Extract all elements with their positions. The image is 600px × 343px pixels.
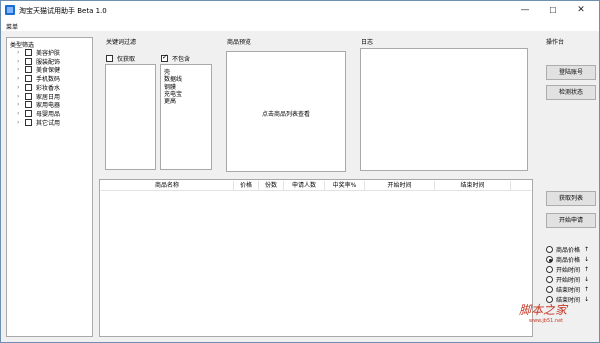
sort-radio[interactable] <box>546 286 553 293</box>
category-checkbox[interactable] <box>25 49 32 56</box>
sort-radio[interactable] <box>546 266 553 273</box>
category-tree-item[interactable]: › 母婴用品 <box>17 109 60 118</box>
exclude-checkbox[interactable] <box>161 53 168 62</box>
login-button[interactable]: 登陆账号 <box>546 65 596 80</box>
arrow-up-icon: ↑ <box>584 286 590 293</box>
sort-radio[interactable] <box>546 256 553 263</box>
chevron-right-icon[interactable]: › <box>17 119 25 126</box>
sort-option[interactable]: 结束时间 ↑ <box>546 285 589 294</box>
watermark-logo: 脚本之家 www.jb51.net <box>519 301 583 325</box>
exclude-checkbox-row[interactable]: 不包含 <box>161 53 191 63</box>
menu-bar: 菜单 <box>1 20 599 31</box>
sort-option[interactable]: 开始时间 ↑ <box>546 265 589 274</box>
product-table[interactable]: 商品名称 价格 份数 申请人数 中奖率% 开始时间 结束时间 <box>99 179 533 337</box>
product-table-header: 商品名称 价格 份数 申请人数 中奖率% 开始时间 结束时间 <box>101 181 531 191</box>
window-title: 淘宝天猫试用助手 Beta 1.0 <box>19 7 107 15</box>
sort-option-label: 商品价格 <box>556 247 581 254</box>
check-status-button[interactable]: 检测状态 <box>546 85 596 100</box>
arrow-down-icon: ↓ <box>584 276 590 283</box>
chevron-right-icon[interactable]: › <box>17 66 25 73</box>
category-tree-item[interactable]: › 手机数码 <box>17 74 60 83</box>
arrow-down-icon: ↓ <box>584 296 590 303</box>
category-label: 美食保健 <box>36 67 61 75</box>
category-label: 手机数码 <box>36 76 61 84</box>
sort-option-label: 开始时间 <box>556 267 581 274</box>
start-apply-button[interactable]: 开始申请 <box>546 213 596 228</box>
category-checkbox[interactable] <box>25 118 32 126</box>
keyword-filter-title: 关键词过滤 <box>106 39 137 46</box>
console-title: 操作台 <box>546 39 565 46</box>
chevron-right-icon[interactable]: › <box>17 101 25 108</box>
category-tree-item[interactable]: › 美食保健 <box>17 65 60 74</box>
category-tree-item[interactable]: › 服装配饰 <box>17 57 60 66</box>
title-bar: 淘宝天猫试用助手 Beta 1.0 — ☐ ✕ <box>1 1 599 20</box>
only-get-keywords-box[interactable] <box>105 64 156 170</box>
column-header-name[interactable]: 商品名称 <box>101 181 234 191</box>
chevron-right-icon[interactable]: › <box>17 110 25 117</box>
category-tree[interactable]: 类型筛选 › 美容护肤 › 服装配饰 › 美食保健 › 手机数码 › 彩妆香水 › 家居日用 › 家用电器… <box>6 37 93 337</box>
exclude-keywords-box[interactable]: 壳数据线 钢膜 充电宝 更高 <box>160 64 212 170</box>
category-checkbox[interactable] <box>25 92 32 100</box>
chevron-right-icon[interactable]: › <box>17 49 25 56</box>
category-tree-item[interactable]: › 家用电器 <box>17 100 60 109</box>
only-get-label: 仅获取 <box>117 56 136 63</box>
category-label: 家用电器 <box>36 102 61 110</box>
category-checkbox[interactable] <box>25 75 32 83</box>
only-get-checkbox[interactable] <box>106 55 113 62</box>
category-label: 美容护肤 <box>36 50 61 57</box>
category-tree-item[interactable]: › 美容护肤 <box>17 48 60 57</box>
watermark-text: 脚本之家 <box>519 303 568 317</box>
minimize-button[interactable]: — <box>511 1 539 20</box>
chevron-right-icon[interactable]: › <box>17 84 25 91</box>
chevron-right-icon[interactable]: › <box>17 75 25 82</box>
preview-hint: 点击商品列表查看 <box>261 111 310 118</box>
chevron-right-icon[interactable]: › <box>17 93 25 100</box>
app-window: 淘宝天猫试用助手 Beta 1.0 — ☐ ✕ 菜单 类型筛选 › 美容护肤 › 服装… <box>0 0 600 343</box>
category-checkbox[interactable] <box>25 109 32 117</box>
sort-option-label: 结束时间 <box>556 287 581 294</box>
sort-radio[interactable] <box>546 276 553 283</box>
close-button[interactable]: ✕ <box>567 1 595 20</box>
category-checkbox[interactable] <box>25 66 32 74</box>
category-checkbox[interactable] <box>25 83 32 91</box>
log-box[interactable] <box>360 48 528 171</box>
fetch-list-button[interactable]: 获取列表 <box>546 191 596 206</box>
category-checkbox[interactable] <box>25 101 32 109</box>
exclude-label: 不包含 <box>172 56 191 63</box>
sort-option[interactable]: 开始时间 ↓ <box>546 275 589 284</box>
sort-option-label: 开始时间 <box>556 277 581 284</box>
category-tree-item[interactable]: › 彩妆香水 <box>17 83 60 92</box>
column-header-end-time[interactable]: 结束时间 <box>435 181 511 191</box>
category-label: 母婴用品 <box>36 110 61 118</box>
preview-title: 商品预览 <box>227 39 252 46</box>
watermark-url: www.jb51.net <box>529 318 564 324</box>
exclude-keyword: 更高 <box>164 98 177 106</box>
log-title: 日志 <box>361 39 374 46</box>
sort-radio[interactable] <box>546 246 553 253</box>
arrow-up-icon: ↑ <box>584 266 590 273</box>
column-header-quantity[interactable]: 份数 <box>259 181 284 191</box>
column-header-price[interactable]: 价格 <box>234 181 259 191</box>
category-tree-item[interactable]: › 其它试用 <box>17 118 60 127</box>
only-get-checkbox-row[interactable]: 仅获取 <box>106 54 135 63</box>
category-label: 其它试用 <box>36 119 61 127</box>
category-label: 彩妆香水 <box>36 84 61 92</box>
sort-option[interactable]: 商品价格 ↓ <box>546 255 589 264</box>
sort-option[interactable]: 商品价格 ↑ <box>546 245 589 254</box>
arrow-down-icon: ↓ <box>584 256 590 263</box>
menu-main[interactable]: 菜单 <box>6 22 18 31</box>
column-header-win-rate[interactable]: 中奖率% <box>325 181 365 191</box>
sort-option-label: 商品价格 <box>556 257 581 264</box>
maximize-button[interactable]: ☐ <box>539 1 567 20</box>
preview-area[interactable]: 点击商品列表查看 <box>226 51 346 172</box>
category-checkbox[interactable] <box>25 57 32 65</box>
column-header-start-time[interactable]: 开始时间 <box>365 181 435 191</box>
category-label: 家居日用 <box>36 93 61 101</box>
category-tree-item[interactable]: › 家居日用 <box>17 92 60 101</box>
chevron-right-icon[interactable]: › <box>17 58 25 65</box>
app-icon <box>5 5 15 15</box>
category-label: 服装配饰 <box>36 58 61 66</box>
column-header-applicants[interactable]: 申请人数 <box>284 181 325 191</box>
arrow-up-icon: ↑ <box>584 246 590 253</box>
